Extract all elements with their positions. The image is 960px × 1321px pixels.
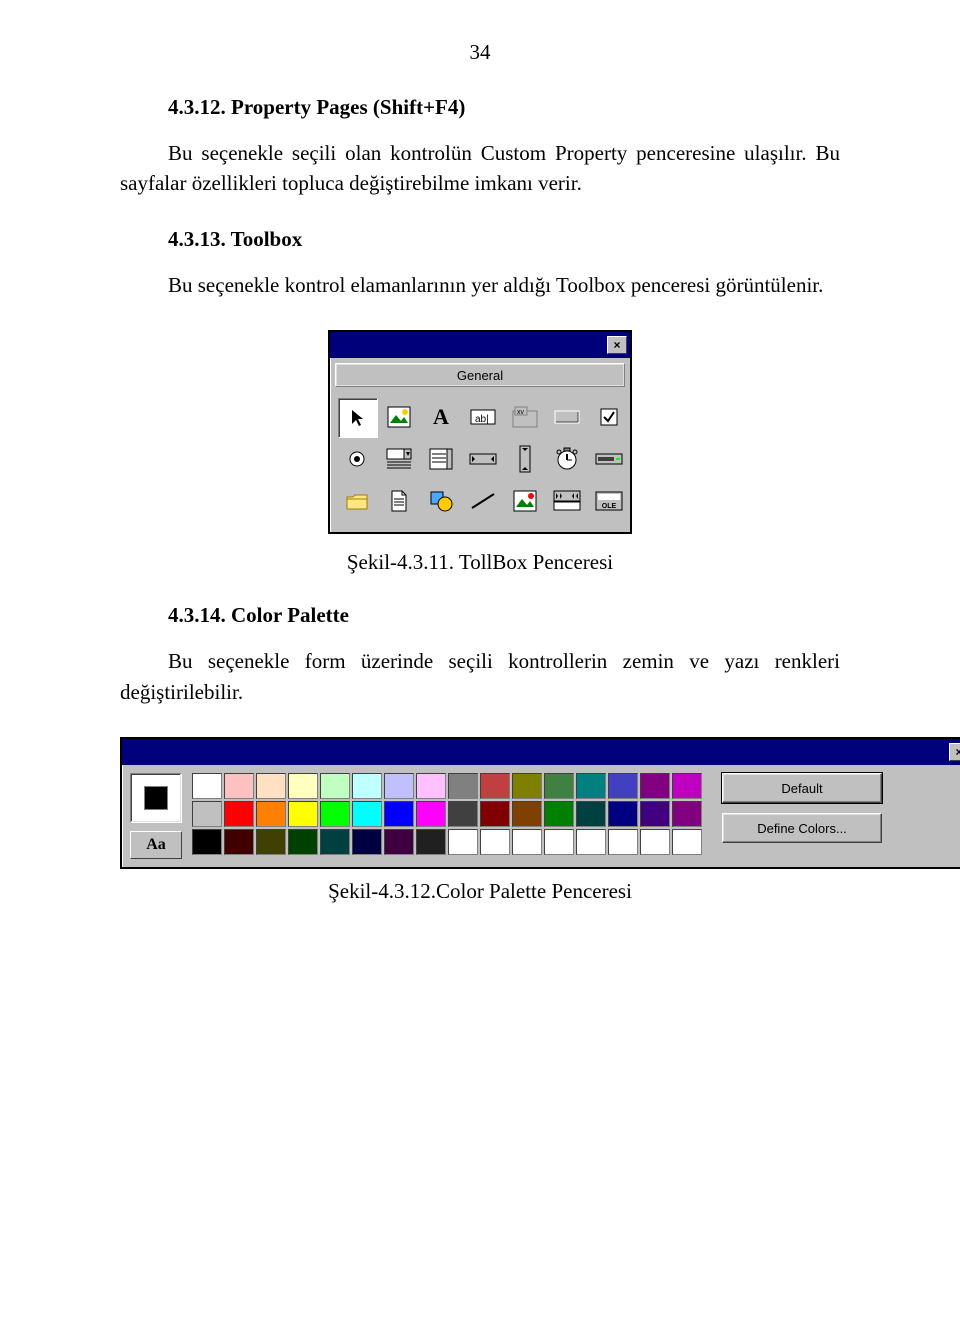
color-swatch[interactable]	[192, 773, 222, 799]
color-swatch[interactable]	[480, 829, 510, 855]
color-swatch[interactable]	[576, 801, 606, 827]
default-button[interactable]: Default	[722, 773, 882, 803]
textbox-icon[interactable]: ab|	[464, 398, 502, 436]
paragraph-property-pages: Bu seçenekle seçili olan kontrolün Custo…	[120, 138, 840, 199]
color-swatch[interactable]	[416, 773, 446, 799]
caption-toolbox: Şekil-4.3.11. TollBox Penceresi	[120, 550, 840, 575]
pointer-icon[interactable]	[338, 398, 378, 438]
current-color-swatch	[144, 786, 168, 810]
color-swatch[interactable]	[672, 801, 702, 827]
hscrollbar-icon[interactable]	[464, 440, 502, 478]
color-swatch[interactable]	[512, 801, 542, 827]
color-swatch[interactable]	[352, 773, 382, 799]
color-swatch[interactable]	[544, 773, 574, 799]
svg-text:OLE: OLE	[602, 503, 617, 510]
color-swatch[interactable]	[576, 773, 606, 799]
svg-text:xv: xv	[517, 409, 525, 416]
toolbox-window: × General A ab| xv	[328, 330, 632, 534]
listbox-icon[interactable]	[422, 440, 460, 478]
color-swatch[interactable]	[544, 829, 574, 855]
color-swatch[interactable]	[320, 773, 350, 799]
color-swatch[interactable]	[608, 829, 638, 855]
palette-title-bar: ×	[122, 739, 960, 765]
palette-swatch-grid	[192, 773, 702, 855]
checkbox-icon[interactable]	[590, 398, 628, 436]
svg-text:ab|: ab|	[475, 414, 489, 425]
heading-property-pages: 4.3.12. Property Pages (Shift+F4)	[120, 95, 840, 120]
color-swatch[interactable]	[512, 773, 542, 799]
timer-icon[interactable]	[548, 440, 586, 478]
color-swatch[interactable]	[608, 801, 638, 827]
color-swatch[interactable]	[640, 801, 670, 827]
color-swatch[interactable]	[320, 801, 350, 827]
shape-icon[interactable]	[422, 482, 460, 520]
heading-color-palette: 4.3.14. Color Palette	[120, 603, 840, 628]
close-icon[interactable]: ×	[607, 336, 627, 354]
picturebox-icon[interactable]	[380, 398, 418, 436]
color-swatch[interactable]	[256, 829, 286, 855]
palette-preview	[130, 773, 182, 823]
color-swatch[interactable]	[480, 773, 510, 799]
color-swatch[interactable]	[352, 829, 382, 855]
color-swatch[interactable]	[288, 801, 318, 827]
color-swatch[interactable]	[640, 829, 670, 855]
vscrollbar-icon[interactable]	[506, 440, 544, 478]
heading-toolbox: 4.3.13. Toolbox	[120, 227, 840, 252]
color-swatch[interactable]	[448, 829, 478, 855]
drivelistbox-icon[interactable]	[590, 440, 628, 478]
color-swatch[interactable]	[384, 801, 414, 827]
color-swatch[interactable]	[256, 773, 286, 799]
color-swatch[interactable]	[224, 773, 254, 799]
paragraph-color-palette: Bu seçenekle form üzerinde seçili kontro…	[120, 646, 840, 707]
color-swatch[interactable]	[224, 801, 254, 827]
color-swatch[interactable]	[288, 773, 318, 799]
color-swatch[interactable]	[384, 829, 414, 855]
color-swatch[interactable]	[480, 801, 510, 827]
color-swatch[interactable]	[192, 801, 222, 827]
color-swatch[interactable]	[608, 773, 638, 799]
caption-color-palette: Şekil-4.3.12.Color Palette Penceresi	[120, 879, 840, 904]
color-swatch[interactable]	[256, 801, 286, 827]
paragraph-toolbox: Bu seçenekle kontrol elamanlarının yer a…	[120, 270, 840, 300]
label-icon[interactable]: A	[422, 398, 460, 436]
color-palette-window: × Aa Default Define Colors...	[120, 737, 960, 869]
combobox-icon[interactable]	[380, 440, 418, 478]
color-swatch[interactable]	[224, 829, 254, 855]
commandbutton-icon[interactable]	[548, 398, 586, 436]
define-colors-button[interactable]: Define Colors...	[722, 813, 882, 843]
color-swatch[interactable]	[384, 773, 414, 799]
data-icon[interactable]	[548, 482, 586, 520]
color-swatch[interactable]	[352, 801, 382, 827]
toolbox-title-bar: ×	[330, 332, 630, 358]
color-swatch[interactable]	[672, 829, 702, 855]
color-swatch[interactable]	[640, 773, 670, 799]
color-swatch[interactable]	[672, 773, 702, 799]
svg-text:A: A	[433, 406, 449, 428]
color-swatch[interactable]	[416, 829, 446, 855]
color-swatch[interactable]	[448, 773, 478, 799]
filelistbox-icon[interactable]	[380, 482, 418, 520]
color-swatch[interactable]	[288, 829, 318, 855]
color-swatch[interactable]	[320, 829, 350, 855]
toolbox-general-button[interactable]: General	[335, 363, 625, 387]
color-swatch[interactable]	[448, 801, 478, 827]
close-icon[interactable]: ×	[949, 743, 960, 761]
color-swatch[interactable]	[544, 801, 574, 827]
text-preview-button[interactable]: Aa	[130, 831, 182, 859]
frame-icon[interactable]: xv	[506, 398, 544, 436]
dirlistbox-icon[interactable]	[338, 482, 376, 520]
color-swatch[interactable]	[192, 829, 222, 855]
color-swatch[interactable]	[512, 829, 542, 855]
optionbutton-icon[interactable]	[338, 440, 376, 478]
image-icon[interactable]	[506, 482, 544, 520]
page-number: 34	[120, 40, 840, 65]
color-swatch[interactable]	[416, 801, 446, 827]
ole-icon[interactable]: OLE	[590, 482, 628, 520]
color-swatch[interactable]	[576, 829, 606, 855]
line-icon[interactable]	[464, 482, 502, 520]
